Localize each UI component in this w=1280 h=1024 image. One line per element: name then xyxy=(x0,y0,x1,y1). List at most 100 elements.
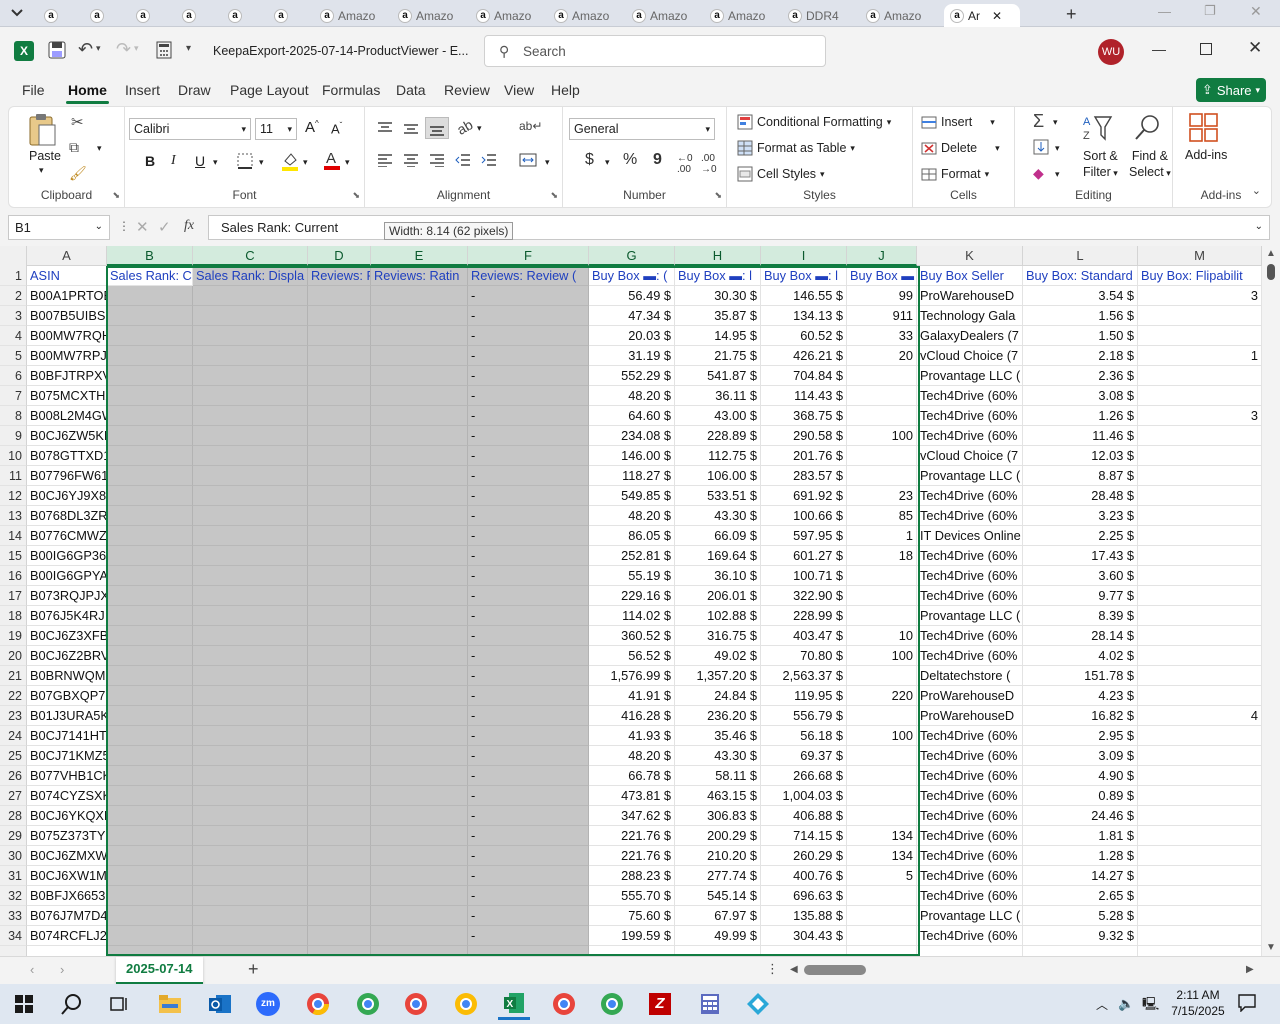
menu-tab-view[interactable]: View xyxy=(504,82,534,98)
new-tab-button[interactable]: + xyxy=(1066,4,1077,25)
cell[interactable]: 3.09 $ xyxy=(1023,746,1138,766)
cell[interactable]: 60.52 $ xyxy=(761,326,847,346)
font-color-dropdown-icon[interactable]: ▾ xyxy=(345,157,350,168)
cell[interactable] xyxy=(847,766,917,786)
cell[interactable] xyxy=(193,666,308,686)
cell[interactable] xyxy=(1138,386,1262,406)
cell[interactable]: - xyxy=(468,346,589,366)
cell[interactable] xyxy=(675,946,761,956)
cell[interactable]: Tech4Drive (60% xyxy=(917,806,1023,826)
cell[interactable] xyxy=(308,486,371,506)
cell[interactable] xyxy=(107,306,193,326)
cell[interactable]: 911 xyxy=(847,306,917,326)
cell[interactable]: B0BFJX6653 xyxy=(27,886,107,906)
row-header[interactable]: 24 xyxy=(0,726,27,746)
cell[interactable] xyxy=(193,766,308,786)
cell-styles-button[interactable]: Cell Styles ▾ xyxy=(737,166,825,182)
row-header[interactable]: 2 xyxy=(0,286,27,306)
more-options-icon[interactable]: ⋮ xyxy=(118,219,130,233)
customize-toolbar-icon[interactable]: ▾ xyxy=(186,43,191,54)
cell[interactable]: 14.95 $ xyxy=(675,326,761,346)
calculator-icon[interactable] xyxy=(156,41,172,59)
cell[interactable] xyxy=(107,386,193,406)
find-select-icon[interactable] xyxy=(1133,113,1163,143)
format-cells-button[interactable]: Format ▾ xyxy=(921,166,989,182)
cell[interactable] xyxy=(468,946,589,956)
cell[interactable]: Tech4Drive (60% xyxy=(917,626,1023,646)
cell[interactable] xyxy=(847,786,917,806)
chrome-icon[interactable] xyxy=(302,988,334,1020)
header-cell[interactable]: Sales Rank: Displa xyxy=(193,266,308,286)
cell[interactable] xyxy=(193,746,308,766)
cell[interactable]: 100 xyxy=(847,646,917,666)
cell[interactable]: 200.29 $ xyxy=(675,826,761,846)
autosum-icon[interactable]: Σ xyxy=(1033,111,1044,132)
paste-icon[interactable] xyxy=(27,113,57,147)
expand-formula-icon[interactable]: ⌄ xyxy=(1255,221,1263,232)
horizontal-scroll-thumb[interactable] xyxy=(804,965,866,975)
cell[interactable] xyxy=(308,446,371,466)
cell[interactable] xyxy=(193,526,308,546)
cell[interactable]: 43.30 $ xyxy=(675,746,761,766)
sort-filter-button[interactable]: Sort & Filter ▾ xyxy=(1083,148,1118,181)
bold-button[interactable]: B xyxy=(145,153,155,169)
cell[interactable]: Tech4Drive (60% xyxy=(917,886,1023,906)
row-header[interactable]: 11 xyxy=(0,466,27,486)
cell[interactable] xyxy=(107,566,193,586)
tray-overflow-icon[interactable]: ︿ xyxy=(1096,996,1108,1013)
cell[interactable] xyxy=(308,586,371,606)
menu-tab-data[interactable]: Data xyxy=(396,82,426,98)
autosum-dropdown-icon[interactable]: ▾ xyxy=(1053,117,1058,128)
cell[interactable] xyxy=(847,926,917,946)
cell[interactable] xyxy=(1138,746,1262,766)
cell[interactable]: B078GTTXD1 xyxy=(27,446,107,466)
cell[interactable]: 221.76 $ xyxy=(589,846,675,866)
cell[interactable] xyxy=(193,466,308,486)
cell[interactable] xyxy=(847,466,917,486)
cell[interactable]: 473.81 $ xyxy=(589,786,675,806)
cell[interactable] xyxy=(847,406,917,426)
cell[interactable]: ProWarehouseD xyxy=(917,286,1023,306)
row-header[interactable]: 7 xyxy=(0,386,27,406)
column-header-c[interactable]: C xyxy=(193,246,308,266)
cell[interactable]: 260.29 $ xyxy=(761,846,847,866)
increase-font-icon[interactable]: A^ xyxy=(305,119,319,136)
cell[interactable]: 1.56 $ xyxy=(1023,306,1138,326)
cell[interactable]: B00IG6GP36 xyxy=(27,546,107,566)
tab-close-icon[interactable]: ✕ xyxy=(992,9,1002,23)
cell[interactable] xyxy=(308,666,371,686)
paste-dropdown-icon[interactable]: ▾ xyxy=(39,165,44,176)
redo-dropdown-icon[interactable]: ▾ xyxy=(134,43,139,54)
cell[interactable] xyxy=(1138,666,1262,686)
column-header-k[interactable]: K xyxy=(917,246,1023,266)
cell[interactable]: Tech4Drive (60% xyxy=(917,746,1023,766)
excel-taskbar-icon[interactable]: X xyxy=(498,988,530,1020)
cell[interactable]: - xyxy=(468,706,589,726)
cell[interactable] xyxy=(107,646,193,666)
cell[interactable] xyxy=(1138,826,1262,846)
cell[interactable]: 266.68 $ xyxy=(761,766,847,786)
cell[interactable] xyxy=(193,286,308,306)
cell[interactable] xyxy=(107,926,193,946)
cell[interactable]: B0CJ6Z3XFB xyxy=(27,626,107,646)
cell[interactable]: B073RQJPJX xyxy=(27,586,107,606)
cell[interactable]: 48.20 $ xyxy=(589,386,675,406)
cell[interactable]: 56.49 $ xyxy=(589,286,675,306)
cell[interactable]: - xyxy=(468,366,589,386)
cell[interactable]: 18 xyxy=(847,546,917,566)
cell[interactable] xyxy=(371,286,468,306)
cell[interactable] xyxy=(107,406,193,426)
row-header[interactable]: 32 xyxy=(0,886,27,906)
menu-tab-formulas[interactable]: Formulas xyxy=(322,82,380,98)
browser-close-icon[interactable]: ✕ xyxy=(1250,3,1262,20)
cell[interactable] xyxy=(371,366,468,386)
cell[interactable]: 252.81 $ xyxy=(589,546,675,566)
cell[interactable]: 322.90 $ xyxy=(761,586,847,606)
browser-tab[interactable]: a xyxy=(182,4,228,27)
menu-tab-review[interactable]: Review xyxy=(444,82,490,98)
header-cell[interactable]: Buy Box: Flipabilit xyxy=(1138,266,1262,286)
cell[interactable] xyxy=(107,726,193,746)
cell[interactable] xyxy=(308,386,371,406)
header-cell[interactable]: Buy Box: Standard xyxy=(1023,266,1138,286)
cell[interactable]: 102.88 $ xyxy=(675,606,761,626)
